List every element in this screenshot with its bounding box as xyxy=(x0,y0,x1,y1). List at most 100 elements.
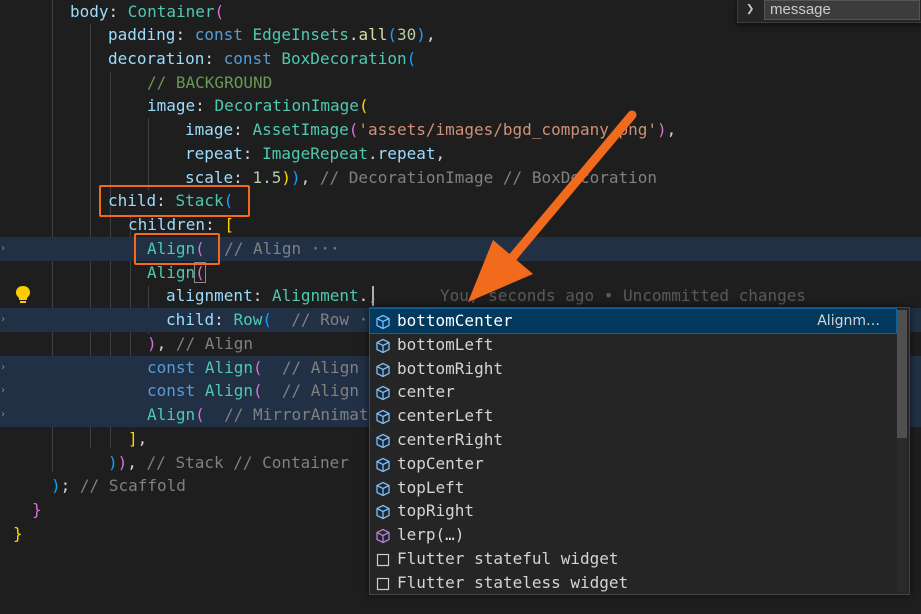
snippet-icon xyxy=(375,551,391,567)
code-line-8[interactable]: scale: 1.5)), // DecorationImage // BoxD… xyxy=(0,166,921,190)
token: alignment xyxy=(166,286,253,305)
suggestion-item[interactable]: centerRight xyxy=(370,428,896,452)
suggestion-item[interactable]: lerp(…) xyxy=(370,523,896,547)
suggestion-item[interactable]: topCenter xyxy=(370,452,896,476)
snippet-icon xyxy=(375,575,391,591)
suggestion-widget: bottomCenter Alignm… bottomLeft bottomRight… xyxy=(369,307,910,595)
token: 1.5 xyxy=(252,168,282,187)
token: DecorationImage xyxy=(214,96,359,115)
suggestion-label: lerp(…) xyxy=(397,525,465,545)
token: decoration xyxy=(108,49,205,68)
token: const xyxy=(223,49,272,68)
fold-marker-icon[interactable]: › xyxy=(0,386,6,396)
closing-label: // Stack // Container xyxy=(146,453,349,472)
token: Align xyxy=(147,239,196,258)
token: body xyxy=(70,2,109,21)
code-line-3[interactable]: decoration: const BoxDecoration( xyxy=(0,47,921,71)
token: Align xyxy=(204,358,253,377)
token: const xyxy=(147,381,196,400)
cube-icon xyxy=(375,408,391,425)
suggestion-label: Flutter stateful widget xyxy=(397,549,619,568)
method-cube-icon xyxy=(375,527,391,544)
code-line-11[interactable]: Align( // Align ··· xyxy=(0,237,921,261)
token: children xyxy=(128,215,206,234)
token: Container xyxy=(127,2,215,21)
token: const xyxy=(194,25,243,44)
token: 30 xyxy=(397,25,417,44)
token: Align xyxy=(147,263,196,282)
chevron-right-icon[interactable]: ❯ xyxy=(746,0,754,18)
suggestion-item[interactable]: centerLeft xyxy=(370,404,896,428)
suggestion-label: topLeft xyxy=(397,477,465,497)
cube-icon xyxy=(375,432,391,449)
suggestion-label: centerLeft xyxy=(397,406,494,426)
token: child xyxy=(108,191,157,210)
find-widget: ❯ message xyxy=(737,0,921,23)
code-line-2[interactable]: padding: const EdgeInsets.all(30), xyxy=(0,23,921,47)
cube-icon xyxy=(375,361,391,377)
cube-icon xyxy=(375,480,391,496)
find-input[interactable]: message xyxy=(764,0,920,20)
suggestion-item[interactable]: bottomCenter Alignm… xyxy=(369,308,897,334)
suggestion-detail[interactable]: Alignm… xyxy=(817,309,880,333)
fold-marker-icon[interactable]: › xyxy=(0,244,6,254)
token: scale xyxy=(185,168,234,187)
suggestion-label: center xyxy=(397,382,455,402)
code-line-10[interactable]: children: [ xyxy=(0,213,921,237)
code-line-4[interactable]: // BACKGROUND xyxy=(0,71,921,95)
code-line-7[interactable]: repeat: ImageRepeat.repeat, xyxy=(0,142,921,166)
token: 'assets/images/bgd_company.png' xyxy=(358,120,658,139)
code-line-13[interactable]: alignment: Alignment., You, seconds ago •… xyxy=(0,284,921,308)
comment: // BACKGROUND xyxy=(147,73,273,92)
closing-label: // DecorationImage // BoxDecoration xyxy=(319,168,658,187)
token: BoxDecoration xyxy=(281,49,407,68)
suggestion-item[interactable]: bottomLeft xyxy=(370,333,896,357)
code-line-9[interactable]: child: Stack( xyxy=(0,189,921,213)
token: all xyxy=(358,25,388,44)
cube-icon xyxy=(375,503,391,520)
suggestion-label: topRight xyxy=(397,501,475,521)
token: repeat xyxy=(377,144,436,163)
suggestion-item[interactable]: bottomRight xyxy=(370,357,896,381)
suggestion-label: bottomCenter xyxy=(397,311,513,330)
suggestion-label: bottomLeft xyxy=(397,334,494,354)
token: Alignment xyxy=(271,286,359,305)
token: repeat xyxy=(185,144,243,163)
git-blame-annotation: You, seconds ago • Uncommitted changes xyxy=(440,286,807,305)
suggestion-item[interactable]: center xyxy=(370,380,896,404)
fold-marker-icon[interactable]: › xyxy=(0,363,6,373)
suggestion-label: bottomRight xyxy=(397,358,503,378)
cube-icon xyxy=(375,456,391,473)
text-cursor xyxy=(372,286,374,306)
cube-icon xyxy=(375,384,391,401)
suggestion-label: topCenter xyxy=(397,453,484,473)
suggestion-item[interactable]: Flutter stateful widget xyxy=(370,547,896,571)
closing-label: // Align xyxy=(175,334,253,353)
token: EdgeInsets xyxy=(252,25,349,44)
token: Align xyxy=(147,405,196,424)
cube-icon xyxy=(375,337,391,354)
fold-marker-icon[interactable]: › xyxy=(0,410,6,420)
suggestion-label: centerRight xyxy=(397,430,503,449)
closing-label: // Scaffold xyxy=(79,476,186,495)
fold-marker-icon[interactable]: › xyxy=(0,315,6,325)
token: child xyxy=(166,310,215,329)
token: padding xyxy=(108,25,176,44)
code-line-6[interactable]: image: AssetImage('assets/images/bgd_com… xyxy=(0,118,921,142)
token: const xyxy=(147,358,196,377)
token: ImageRepeat xyxy=(262,144,369,163)
token: Row xyxy=(233,310,263,329)
suggestion-item[interactable]: Flutter stateless widget xyxy=(370,571,896,595)
cube-icon xyxy=(375,313,391,330)
code-line-12[interactable]: Align( xyxy=(0,261,921,285)
suggestion-label: Flutter stateless widget xyxy=(397,572,629,592)
token: image xyxy=(185,120,234,139)
closing-label: // MirrorAnimati xyxy=(224,405,379,424)
suggestion-scrollbar-thumb[interactable] xyxy=(897,310,907,438)
suggestion-item[interactable]: topLeft xyxy=(370,476,896,500)
lightbulb-icon[interactable] xyxy=(14,285,32,305)
suggestion-item[interactable]: topRight xyxy=(370,499,896,523)
code-line-5[interactable]: image: DecorationImage( xyxy=(0,94,921,118)
token: Align xyxy=(204,381,253,400)
token: AssetImage xyxy=(252,120,349,139)
